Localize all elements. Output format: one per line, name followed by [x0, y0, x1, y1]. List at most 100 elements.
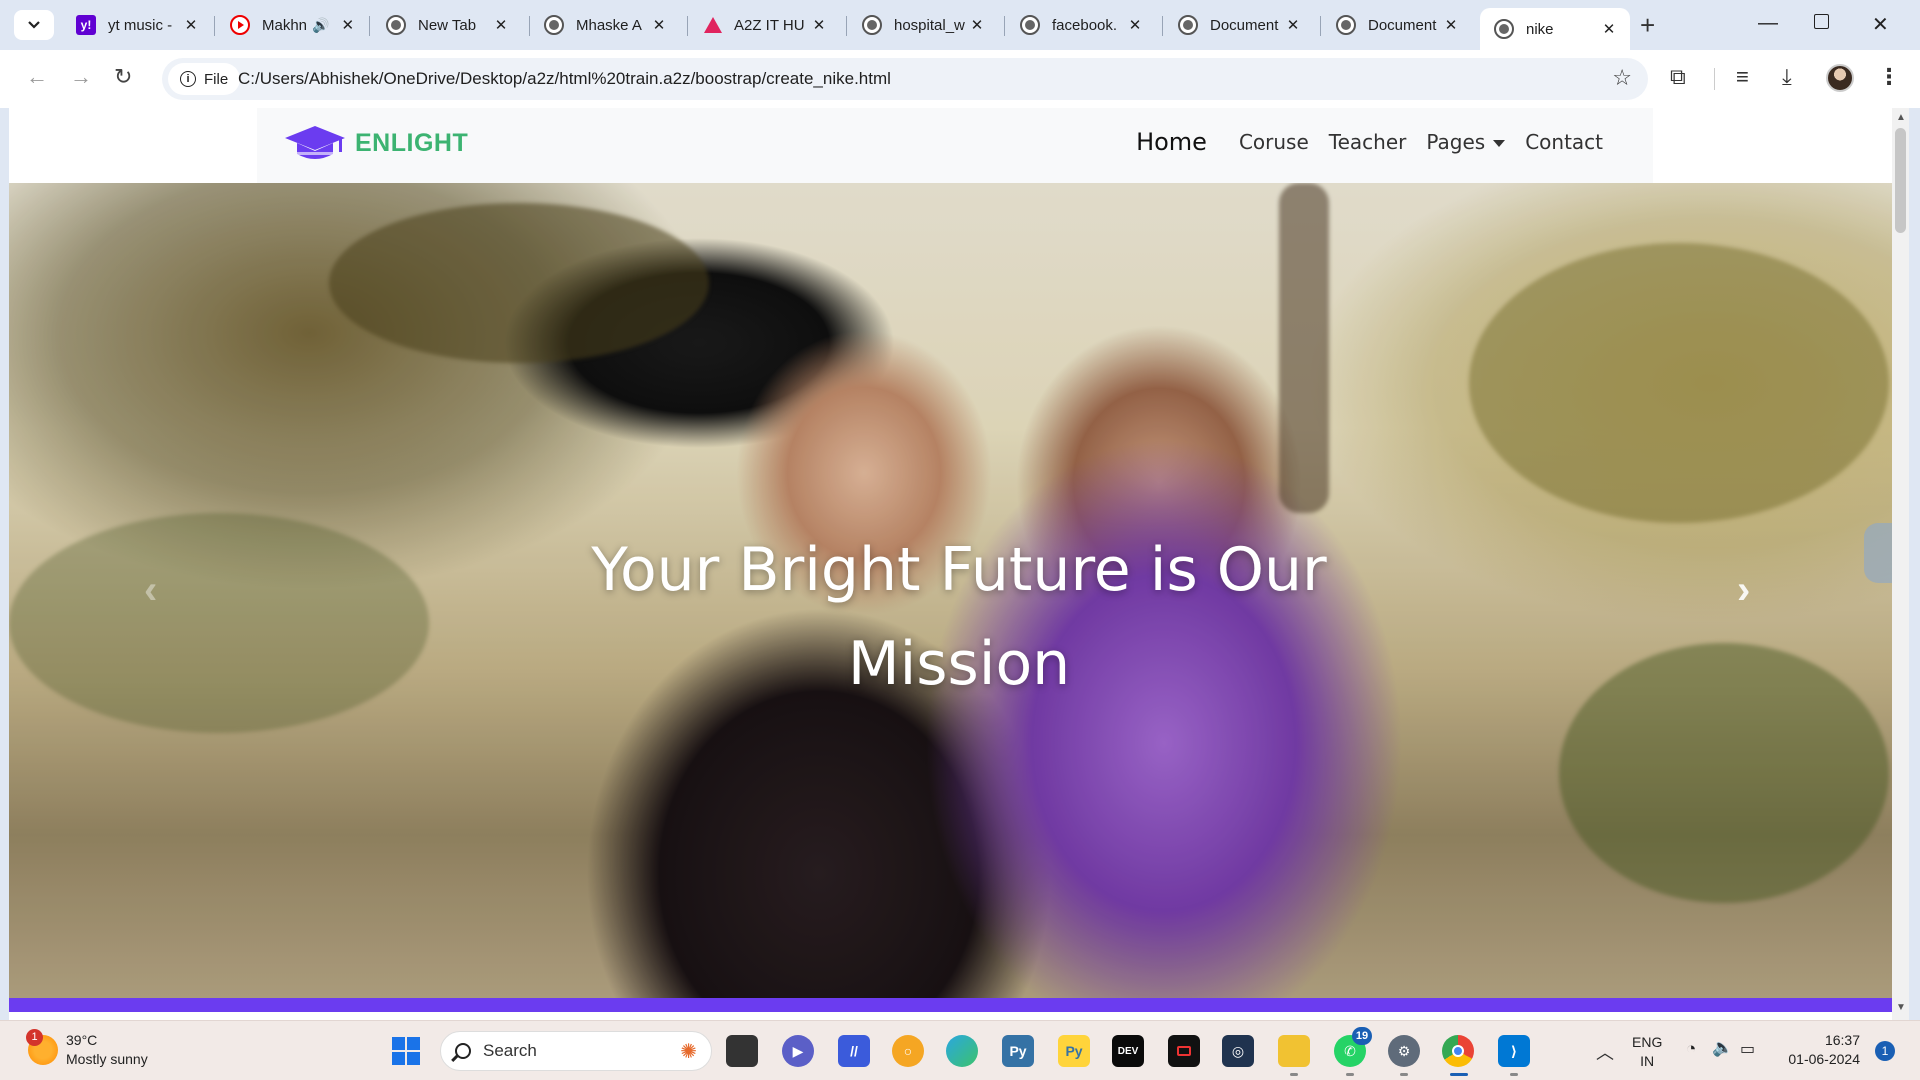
scroll-up-icon[interactable]: ▲ [1896, 112, 1906, 123]
tab-search-button[interactable] [14, 10, 54, 40]
language-indicator[interactable]: ENG IN [1632, 1033, 1662, 1071]
chat-icon[interactable]: ▶ [782, 1035, 814, 1067]
windows-start-icon[interactable] [390, 1035, 422, 1067]
clock-date: 01-06-2024 [1788, 1051, 1860, 1067]
python-idle-icon[interactable]: Py [1058, 1035, 1090, 1067]
tab-nike[interactable]: nike ✕ [1480, 8, 1630, 50]
brand[interactable]: ENLIGHT [283, 122, 468, 164]
page-scrollbar[interactable]: ▲ ▼ [1892, 108, 1909, 1020]
sun-icon: 1 [26, 1029, 58, 1065]
globe-icon [1178, 15, 1198, 35]
accent-strip [9, 998, 1892, 1012]
site-navbar: ENLIGHT Home Coruse Teacher Pages Contac… [257, 108, 1653, 183]
taskbar-search-label: Search [483, 1041, 537, 1060]
extensions-icon[interactable]: ⧉ [1670, 64, 1686, 90]
youtube-icon [230, 15, 250, 35]
tab-title: Makhn [262, 16, 308, 34]
clock[interactable]: 16:37 01-06-2024 [1780, 1031, 1860, 1069]
caret-down-icon [1493, 140, 1506, 147]
running-indicator [1290, 1073, 1298, 1076]
file-explorer-icon[interactable] [1278, 1035, 1310, 1067]
site-info-chip[interactable]: i File [168, 63, 241, 95]
tab-makhn[interactable]: Makhn 🔊 ✕ [216, 8, 366, 42]
close-icon[interactable]: ✕ [1600, 20, 1618, 38]
close-icon[interactable]: ✕ [492, 16, 510, 34]
globe-icon [386, 15, 406, 35]
remote-desktop-icon[interactable]: ◎ [1222, 1035, 1254, 1067]
media-control-icon[interactable]: ≡ [1736, 64, 1749, 90]
close-icon[interactable]: ✕ [1442, 16, 1460, 34]
avatar[interactable] [1826, 64, 1854, 92]
nav-contact-link[interactable]: Contact [1525, 130, 1603, 154]
tab-title: yt music - [108, 16, 173, 34]
vs-icon[interactable]: // [838, 1035, 870, 1067]
tab-title: nike [1526, 20, 1554, 38]
volume-icon[interactable]: 🔈 [1712, 1038, 1733, 1058]
url-text[interactable]: C:/Users/Abhishek/OneDrive/Desktop/a2z/h… [238, 69, 891, 89]
chevron-up-icon[interactable]: ︿ [1596, 1039, 1614, 1065]
maximize-button[interactable] [1814, 14, 1829, 29]
close-icon[interactable]: ✕ [182, 16, 200, 34]
task-view-icon[interactable] [726, 1035, 758, 1067]
address-bar[interactable]: i File C:/Users/Abhishek/OneDrive/Deskto… [162, 58, 1648, 100]
nav-pages-label: Pages [1426, 130, 1486, 154]
hero-title-line2: Mission [847, 629, 1071, 699]
star-icon[interactable]: ☆ [1612, 65, 1632, 91]
new-tab-button[interactable]: + [1640, 12, 1655, 38]
taskbar-search[interactable]: Search ✺ [440, 1031, 712, 1071]
carousel-prev-icon[interactable]: ‹ [144, 568, 157, 613]
tab-document-2[interactable]: Document ✕ [1322, 8, 1472, 42]
edge-icon[interactable] [946, 1035, 978, 1067]
floating-widget[interactable] [1864, 523, 1892, 583]
wifi-icon[interactable]: ◔ [1686, 1039, 1696, 1059]
forward-button[interactable]: → [70, 64, 92, 90]
hero-title-line1: Your Bright Future is Our [591, 535, 1327, 605]
menu-icon[interactable]: ⋮ [1878, 64, 1900, 90]
speaker-icon[interactable]: 🔊 [312, 17, 329, 34]
colorful-app-icon[interactable]: ○ [892, 1035, 924, 1067]
tab-title: facebook. [1052, 16, 1118, 34]
close-icon[interactable]: ✕ [810, 16, 828, 34]
tab-title: A2Z IT HU [734, 16, 805, 34]
recorder-icon[interactable] [1168, 1035, 1200, 1067]
close-icon[interactable]: ✕ [341, 16, 354, 34]
reload-button[interactable]: ↻ [114, 64, 132, 90]
whatsapp-icon[interactable]: ✆ 19 [1334, 1027, 1372, 1067]
close-icon[interactable]: ✕ [650, 16, 668, 34]
tab-document-1[interactable]: Document ✕ [1164, 8, 1314, 42]
carousel-next-icon[interactable]: › [1737, 568, 1750, 613]
back-button[interactable]: ← [26, 64, 48, 90]
close-icon[interactable]: ✕ [968, 16, 986, 34]
battery-icon[interactable]: ▭ [1740, 1039, 1755, 1059]
download-icon[interactable]: ⤓ [1782, 64, 1792, 90]
python-icon[interactable]: Py [1002, 1035, 1034, 1067]
nav-course-link[interactable]: Coruse [1239, 130, 1309, 154]
globe-icon [1494, 19, 1514, 39]
vscode-icon[interactable]: ⟩ [1498, 1035, 1530, 1067]
nav-teacher-link[interactable]: Teacher [1329, 130, 1407, 154]
chrome-icon[interactable] [1442, 1035, 1474, 1067]
tab-a2z[interactable]: A2Z IT HU ✕ [690, 8, 840, 42]
tab-hospital[interactable]: hospital_w ✕ [848, 8, 998, 42]
dev-icon[interactable]: DEV [1112, 1035, 1144, 1067]
close-window-button[interactable]: ✕ [1872, 12, 1889, 37]
globe-icon [544, 15, 564, 35]
weather-widget[interactable]: 1 39°C Mostly sunny [26, 1029, 148, 1069]
tab-facebook[interactable]: facebook. ✕ [1006, 8, 1156, 42]
tab-new-tab[interactable]: New Tab ✕ [372, 8, 522, 42]
scroll-thumb[interactable] [1895, 128, 1906, 233]
nav-home-link[interactable]: Home [1136, 128, 1207, 156]
scroll-down-icon[interactable]: ▼ [1896, 1002, 1906, 1013]
notification-badge[interactable]: 1 [1875, 1041, 1895, 1061]
close-icon[interactable]: ✕ [1126, 16, 1144, 34]
settings-gear-icon[interactable]: ⚙ [1388, 1035, 1420, 1067]
brand-name: ENLIGHT [355, 128, 469, 157]
page-viewport: ENLIGHT Home Coruse Teacher Pages Contac… [9, 108, 1892, 1020]
close-icon[interactable]: ✕ [1284, 16, 1302, 34]
globe-icon [1020, 15, 1040, 35]
lang-line1: ENG [1632, 1034, 1663, 1050]
tab-yt-music[interactable]: y! yt music - ✕ [62, 8, 212, 42]
nav-pages-dropdown[interactable]: Pages [1426, 130, 1506, 154]
tab-mhaske[interactable]: Mhaske A ✕ [530, 8, 680, 42]
minimize-button[interactable]: — [1758, 12, 1778, 35]
